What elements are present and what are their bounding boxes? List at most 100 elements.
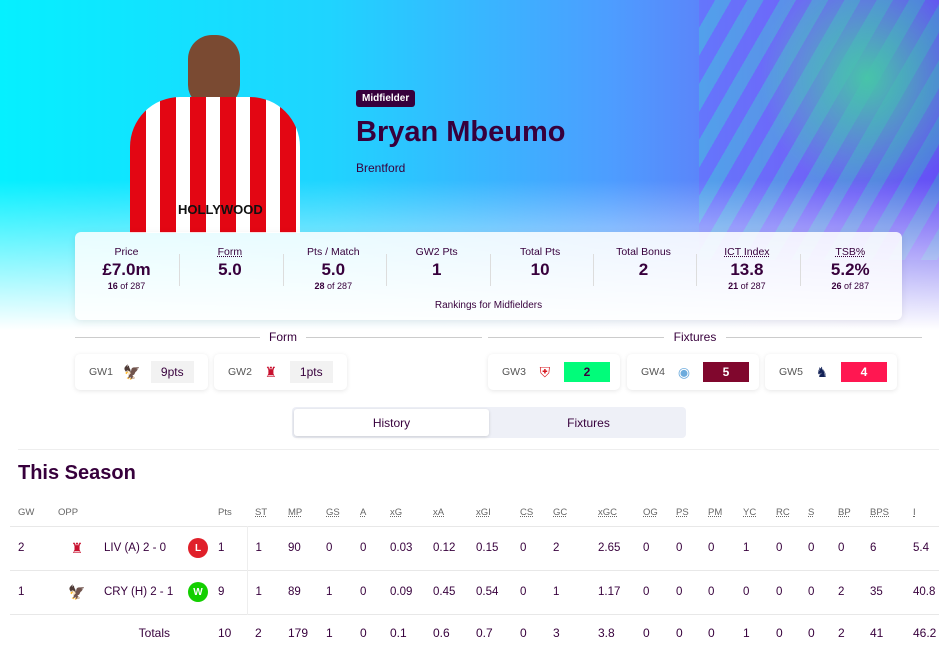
result-badge: W xyxy=(188,582,208,602)
column-header[interactable]: YC xyxy=(735,500,768,526)
man-city-crest-icon: ◉ xyxy=(677,363,691,380)
stat-6: ICT Index 13.8 21 of 287 xyxy=(695,246,798,291)
column-header[interactable]: xGI xyxy=(468,500,512,526)
stat-value: 13.8 xyxy=(730,260,764,279)
section-title: This Season xyxy=(18,462,136,484)
totals-label: Totals xyxy=(50,613,210,652)
column-header[interactable]: ST xyxy=(247,500,280,526)
divider xyxy=(282,254,284,286)
total-gc: 3 xyxy=(545,613,590,652)
cell-i: 5.4 xyxy=(905,525,939,570)
cell-xg: 0.03 xyxy=(382,525,425,570)
club-name: Brentford xyxy=(356,161,406,175)
total-bps: 41 xyxy=(862,613,905,652)
column-header[interactable]: A xyxy=(352,500,382,526)
total-xgc: 3.8 xyxy=(590,613,635,652)
stat-value: 5.0 xyxy=(321,260,346,279)
total-mp: 179 xyxy=(280,613,318,652)
points: 1pts xyxy=(289,361,333,383)
cell-pts: 9 xyxy=(210,569,248,614)
cell-s: 0 xyxy=(800,525,830,570)
cell-bps: 35 xyxy=(862,569,905,614)
cell-rc: 0 xyxy=(768,569,800,614)
cell-rc: 0 xyxy=(768,525,800,570)
fixture-card[interactable]: GW3 ⛨ 2 xyxy=(488,354,620,390)
stat-label: TSB% xyxy=(835,246,866,258)
divider xyxy=(593,254,594,286)
cell-gc: 2 xyxy=(545,525,590,570)
tottenham-crest-icon: ♞ xyxy=(815,363,829,380)
stat-rank: 26 of 287 xyxy=(831,281,870,291)
column-header[interactable]: MP xyxy=(280,500,318,526)
column-header[interactable]: I xyxy=(905,500,939,526)
stats-panel: Price £7.0m 16 of 287 Form 5.0 Pts / Match 5.0… xyxy=(75,232,902,320)
opponent: ♜ LIV (A) 2 - 0 xyxy=(58,537,180,559)
column-header[interactable]: GC xyxy=(545,500,590,526)
cell-xg: 0.09 xyxy=(382,569,425,614)
cell-yc: 1 xyxy=(735,525,768,570)
player-photo: HOLLYWOOD xyxy=(130,35,300,233)
column-header[interactable]: xA xyxy=(425,500,468,526)
column-header: OPP xyxy=(58,507,79,519)
divider xyxy=(489,254,491,286)
cell-gs: 1 xyxy=(318,569,352,614)
column-header[interactable]: xG xyxy=(382,500,425,526)
column-header[interactable]: RC xyxy=(768,500,800,526)
stat-4: Total Pts 10 xyxy=(489,246,592,280)
cell-mp: 89 xyxy=(280,569,318,614)
column-header[interactable]: PS xyxy=(668,500,700,526)
column-header xyxy=(180,500,210,526)
total-ps: 0 xyxy=(668,613,700,652)
cell-xgi: 0.15 xyxy=(468,525,512,570)
cell-a: 0 xyxy=(352,569,382,614)
stat-0: Price £7.0m 16 of 287 xyxy=(75,246,178,291)
stat-1: Form 5.0 xyxy=(178,246,281,280)
cell-xgc: 1.17 xyxy=(590,569,635,614)
stat-rank: 28 of 287 xyxy=(314,281,353,291)
form-card[interactable]: GW1 🦅 9pts xyxy=(75,354,208,390)
column-header[interactable]: GS xyxy=(318,500,352,526)
cell-xa: 0.45 xyxy=(425,569,468,614)
column-header[interactable]: CS xyxy=(512,500,545,526)
opponent: 🦅 CRY (H) 2 - 1 xyxy=(58,581,180,603)
column-header[interactable]: BP xyxy=(830,500,862,526)
tab-fixtures[interactable]: Fixtures xyxy=(491,407,686,438)
stat-value: 2 xyxy=(638,260,649,279)
cell-cs: 0 xyxy=(512,525,545,570)
southampton-crest-icon: ⛨ xyxy=(539,363,551,380)
fixture-card[interactable]: GW5 ♞ 4 xyxy=(765,354,897,390)
difficulty-badge: 5 xyxy=(702,362,749,382)
form-card[interactable]: GW2 ♜ 1pts xyxy=(214,354,347,390)
cell-pm: 0 xyxy=(700,569,735,614)
stat-label: Form xyxy=(217,246,243,258)
crystal-palace-crest-icon: 🦅 xyxy=(68,583,86,600)
cell-og: 0 xyxy=(635,569,668,614)
total-gs: 1 xyxy=(318,613,352,652)
cell-pm: 0 xyxy=(700,525,735,570)
cell-st: 1 xyxy=(247,525,280,570)
column-header[interactable]: OG xyxy=(635,500,668,526)
divider xyxy=(696,254,698,286)
difficulty-badge: 4 xyxy=(840,362,887,382)
totals-row: Totals 10 2 179 1 0 0.1 0.6 0.7 0 3 3.8 0 0 0 1 0 0 2 41 46.… xyxy=(10,613,939,652)
stat-label: ICT Index xyxy=(724,246,770,258)
column-header[interactable]: S xyxy=(800,500,830,526)
stat-5: Total Bonus 2 xyxy=(592,246,695,280)
column-header[interactable]: xGC xyxy=(590,500,635,526)
stat-value: 5.2% xyxy=(830,260,870,279)
cell-bps: 6 xyxy=(862,525,905,570)
total-i: 46.2 xyxy=(905,613,939,652)
stat-value: 1 xyxy=(431,260,442,279)
rankings-note: Rankings for Midfielders xyxy=(434,300,543,311)
cell-bp: 2 xyxy=(830,569,862,614)
column-header[interactable]: PM xyxy=(700,500,735,526)
column-header[interactable]: BPS xyxy=(862,500,905,526)
cell-ps: 0 xyxy=(668,525,700,570)
tab-history[interactable]: History xyxy=(294,409,489,436)
stat-2: Pts / Match 5.0 28 of 287 xyxy=(282,246,385,291)
form-heading: Form xyxy=(269,330,297,344)
cell-yc: 0 xyxy=(735,569,768,614)
divider xyxy=(306,337,482,338)
cell-s: 0 xyxy=(800,569,830,614)
fixture-card[interactable]: GW4 ◉ 5 xyxy=(627,354,759,390)
